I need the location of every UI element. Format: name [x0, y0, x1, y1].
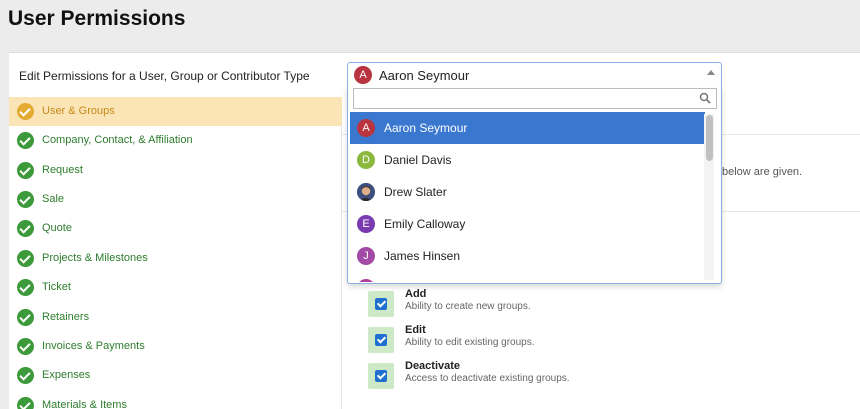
permission-description: Ability to create new groups. [405, 301, 531, 312]
user-option-partial[interactable] [350, 272, 705, 282]
user-option-name: James Hinsen [384, 249, 461, 263]
checkbox-checked-icon [375, 298, 387, 310]
check-circle-icon [17, 162, 34, 179]
sidebar-item-label: Quote [42, 222, 72, 234]
check-circle-icon [17, 338, 34, 355]
sidebar-item-label: Ticket [42, 281, 71, 293]
permission-deactivate: Deactivate Access to deactivate existing… [368, 360, 768, 393]
user-option-list: A Aaron Seymour D Daniel Davis Drew Slat… [350, 112, 705, 282]
check-circle-icon [17, 309, 34, 326]
avatar: A [357, 119, 375, 137]
search-icon [699, 92, 711, 104]
check-circle-icon [17, 250, 34, 267]
check-circle-icon [17, 132, 34, 149]
user-option-name: Aaron Seymour [384, 121, 468, 135]
edit-permissions-label: Edit Permissions for a User, Group or Co… [19, 69, 310, 83]
user-dropdown: A Aaron Seymour D Daniel Davis Drew Slat… [347, 86, 722, 284]
sidebar-item-label: Projects & Milestones [42, 252, 148, 264]
user-option-daniel-davis[interactable]: D Daniel Davis [350, 144, 705, 176]
user-option-name: Emily Calloway [384, 217, 466, 231]
check-circle-icon [17, 397, 34, 409]
sidebar-item-label: Company, Contact, & Affiliation [42, 134, 193, 146]
sidebar-item-request[interactable]: Request [9, 156, 342, 185]
selected-user-name: Aaron Seymour [379, 68, 470, 83]
sidebar-item-user-groups[interactable]: User & Groups [9, 97, 342, 126]
permission-category-sidebar: User & Groups Company, Contact, & Affili… [9, 97, 342, 409]
search-input[interactable] [354, 89, 694, 108]
sidebar-item-invoices-payments[interactable]: Invoices & Payments [9, 332, 342, 361]
sidebar-item-expenses[interactable]: Expenses [9, 361, 342, 390]
user-option-name: Daniel Davis [384, 153, 452, 167]
sidebar-item-label: Retainers [42, 311, 90, 323]
permission-edit: Edit Ability to edit existing groups. [368, 324, 768, 357]
sidebar-item-company-contact-affiliation[interactable]: Company, Contact, & Affiliation [9, 126, 342, 155]
permission-description: Ability to edit existing groups. [405, 337, 535, 348]
permission-title: Edit [405, 324, 426, 336]
sidebar-item-label: Invoices & Payments [42, 340, 145, 352]
caret-up-icon[interactable] [707, 70, 715, 75]
sidebar-item-ticket[interactable]: Ticket [9, 273, 342, 302]
user-option-aaron-seymour[interactable]: A Aaron Seymour [350, 112, 705, 144]
permission-checkbox-deactivate[interactable] [368, 363, 394, 389]
user-option-emily-calloway[interactable]: E Emily Calloway [350, 208, 705, 240]
dropdown-search [353, 88, 717, 109]
sidebar-item-materials-items[interactable]: Materials & Items [9, 391, 342, 409]
check-circle-icon [17, 103, 34, 120]
sidebar-item-label: Materials & Items [42, 399, 127, 409]
sidebar-item-quote[interactable]: Quote [9, 214, 342, 243]
check-circle-icon [17, 367, 34, 384]
sidebar-item-projects-milestones[interactable]: Projects & Milestones [9, 244, 342, 273]
permission-checkbox-add[interactable] [368, 291, 394, 317]
permission-description: Access to deactivate existing groups. [405, 373, 570, 384]
user-option-drew-slater[interactable]: Drew Slater [350, 176, 705, 208]
check-circle-icon [17, 191, 34, 208]
check-circle-icon [17, 279, 34, 296]
user-option-james-hinsen[interactable]: J James Hinsen [350, 240, 705, 272]
sidebar-item-label: Request [42, 164, 83, 176]
permission-checkbox-edit[interactable] [368, 327, 394, 353]
checkbox-checked-icon [375, 370, 387, 382]
sidebar-item-sale[interactable]: Sale [9, 185, 342, 214]
dropdown-scroll-thumb[interactable] [706, 115, 713, 161]
sidebar-item-label: Expenses [42, 369, 91, 381]
section-description-text: below are given. [722, 166, 803, 178]
avatar [357, 279, 375, 282]
permission-add: Add Ability to create new groups. [368, 288, 768, 321]
page-title: User Permissions [8, 7, 186, 30]
check-circle-icon [17, 220, 34, 237]
sidebar-item-label: Sale [42, 193, 65, 205]
avatar-photo [357, 183, 375, 201]
checkbox-checked-icon [375, 334, 387, 346]
sidebar-item-label: User & Groups [42, 105, 115, 117]
permission-title: Add [405, 288, 427, 300]
user-option-name: Drew Slater [384, 185, 447, 199]
avatar: A [354, 66, 372, 84]
avatar: J [357, 247, 375, 265]
avatar: E [357, 215, 375, 233]
user-select[interactable]: A Aaron Seymour [347, 62, 722, 86]
avatar: D [357, 151, 375, 169]
sidebar-item-retainers[interactable]: Retainers [9, 303, 342, 332]
permission-title: Deactivate [405, 360, 461, 372]
